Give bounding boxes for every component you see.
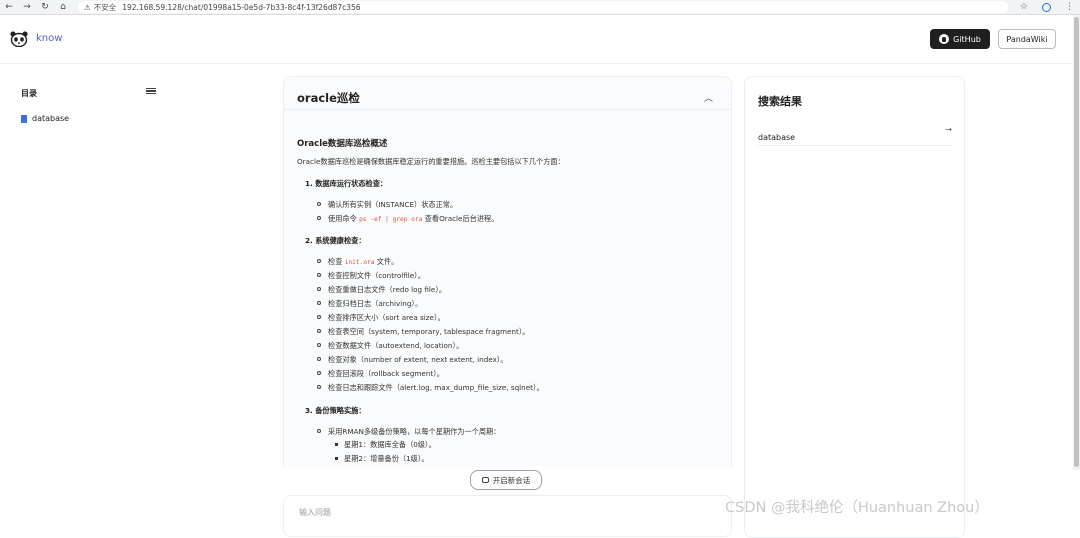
list-item: 检查归档日志（archiving）。 [328,299,423,308]
home-icon[interactable]: ⌂ [54,2,72,12]
section-title: 1. 数据库运行状态检查： [305,179,388,188]
document-icon [21,114,27,123]
list-item: 检查数据文件（autoextend, location）。 [328,341,464,350]
search-results-title: 搜索结果 [758,95,802,108]
panda-logo-icon [10,31,28,47]
security-status: 不安全 [93,2,117,12]
sublist-bullet [335,457,338,460]
list-item-text: 查看Oracle后台进程。 [424,214,499,223]
question-input[interactable] [297,507,701,518]
list-bullet [317,329,321,333]
list-bullet [317,273,321,277]
list-bullet [317,371,321,375]
answer-card: oracle巡检 ︿ Oracle数据库巡检概述 Oracle数据库巡检是确保数… [283,76,732,467]
address-bar[interactable]: ⚠ 不安全 192.168.59.128/chat/01998a15-0e5d-… [78,1,1008,13]
list-bullet [317,343,321,347]
list-item: 检查回滚段（rollback segment）。 [328,369,444,378]
answer-header[interactable]: oracle巡检 ︿ [284,77,731,110]
brand-name[interactable]: know [36,33,62,44]
toc-item-label: database [32,114,70,123]
list-item: 检查控制文件（controlfile）。 [328,271,425,280]
list-item-text: 检查 [328,257,343,266]
list-item-text: 使用命令 [328,214,357,223]
new-chat-button[interactable]: 开启新会话 [470,470,542,490]
new-chat-label: 开启新会话 [492,475,531,485]
browser-toolbar: ← → ↻ ⌂ ⚠ 不安全 192.168.59.128/chat/01998a… [0,0,1080,15]
list-item: 检查对象（number of extent, next extent, inde… [328,355,508,364]
list-bullet [317,385,321,389]
list-item: 检查表空间（system, temporary, tablespace frag… [328,327,530,336]
list-bullet [317,259,321,263]
arrow-right-icon: → [945,125,952,134]
inline-code: init.ora [344,259,375,266]
reload-icon[interactable]: ↻ [36,2,54,12]
content-intro: Oracle数据库巡检是确保数据库稳定运行的重要措施。巡检主要包括以下几个方面： [297,157,565,166]
watermark: CSDN @我科绝伦（Huanhuan Zhou） [725,500,989,516]
list-bullet [317,357,321,361]
list-item: 检查排序区大小（sort area size）。 [328,313,445,322]
content-heading: Oracle数据库巡检概述 [297,139,388,149]
search-result-item[interactable]: database → [758,125,952,146]
list-item: 检查重做日志文件（redo log file）。 [328,285,447,294]
chat-icon [481,477,489,483]
list-bullet [317,287,321,291]
bookmark-star-icon[interactable]: ☆ [1020,2,1028,12]
scrollbar-thumb[interactable] [1074,17,1079,467]
list-item: 检查 init.ora 文件。 [328,257,398,267]
list-item-text: 文件。 [376,257,399,266]
answer-title: oracle巡检 [297,91,360,105]
page-scrollbar[interactable] [1073,15,1080,470]
github-icon [939,34,950,44]
list-bullet [317,216,321,220]
chevron-up-icon[interactable]: ︿ [704,91,713,104]
url-text[interactable]: 192.168.59.128/chat/01998a15-0e5d-7b33-8… [122,3,360,12]
app-header: know GitHub PandaWiki [0,15,1080,64]
sublist-item: 星期1：数据库全备（0级）。 [344,440,436,449]
search-results-panel: 搜索结果 database → [744,76,965,538]
toc-collapse-icon[interactable] [146,86,156,96]
profile-icon[interactable] [1042,2,1051,12]
search-result-label: database [758,133,796,142]
list-bullet [317,429,321,433]
list-bullet [317,315,321,319]
pandawiki-button[interactable]: PandaWiki [998,29,1056,49]
pandawiki-button-label: PandaWiki [1006,34,1048,44]
browser-menu-icon[interactable]: ⋮ [1065,2,1074,12]
github-button[interactable]: GitHub [930,29,990,49]
inline-code: ps -ef | grep ora [359,216,423,223]
toc-item-database[interactable]: database [21,114,69,123]
list-item: 确认所有实例（INSTANCE）状态正常。 [328,200,458,209]
list-item: 检查日志和跟踪文件（alert.log, max_dump_file_size,… [328,383,544,392]
list-item: 使用命令 ps -ef | grep ora 查看Oracle后台进程。 [328,214,498,224]
question-input-box[interactable] [283,495,732,537]
back-icon[interactable]: ← [0,2,18,12]
list-item: 采用RMAN多级备份策略，以每个星期作为一个周期： [328,427,501,436]
warning-icon: ⚠ [84,2,91,12]
list-bullet [317,301,321,305]
section-title: 3. 备份策略实施： [305,406,366,415]
forward-icon[interactable]: → [18,2,36,12]
sublist-bullet [335,443,338,446]
section-title: 2. 系统健康检查： [305,236,366,245]
sublist-item: 星期2：增量备份（1级）。 [344,454,429,463]
toc-title: 目录 [21,89,37,98]
github-button-label: GitHub [953,34,981,44]
list-bullet [317,202,321,206]
